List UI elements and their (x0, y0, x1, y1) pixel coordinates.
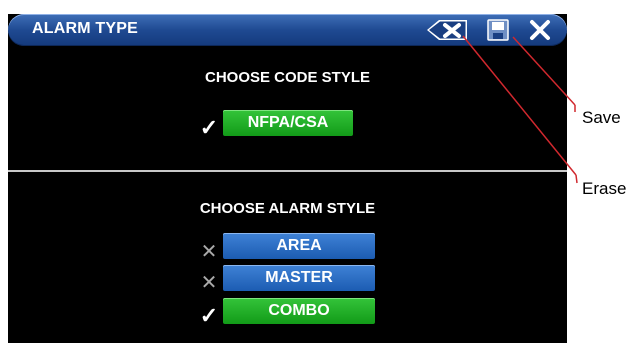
save-callout-label: Save (582, 108, 621, 127)
combo-check-icon: ✓ (199, 303, 219, 328)
erase-callout-label: Erase (582, 179, 627, 198)
area-button[interactable]: AREA (223, 233, 375, 259)
erase-callout-tick (575, 174, 578, 184)
save-icon[interactable] (485, 18, 511, 42)
alarm-style-heading: CHOOSE ALARM STYLE (199, 200, 376, 217)
code-style-heading: CHOOSE CODE STYLE (204, 69, 371, 86)
alarm-type-screen: ALARM TYPE CHOOSE CODE STYLE ✓ NFPA/CSA … (8, 14, 567, 343)
nfpa-csa-button[interactable]: NFPA/CSA (223, 110, 353, 136)
master-button[interactable]: MASTER (223, 265, 375, 291)
section-divider (8, 170, 567, 172)
erase-icon[interactable] (425, 18, 469, 42)
close-icon[interactable] (527, 18, 553, 42)
window-title: ALARM TYPE (32, 20, 138, 37)
area-cross-icon: ✕ (200, 241, 218, 263)
combo-button[interactable]: COMBO (223, 298, 375, 324)
title-bar: ALARM TYPE (8, 14, 567, 46)
nfpa-csa-check-icon: ✓ (199, 115, 219, 140)
master-cross-icon: ✕ (200, 272, 218, 294)
